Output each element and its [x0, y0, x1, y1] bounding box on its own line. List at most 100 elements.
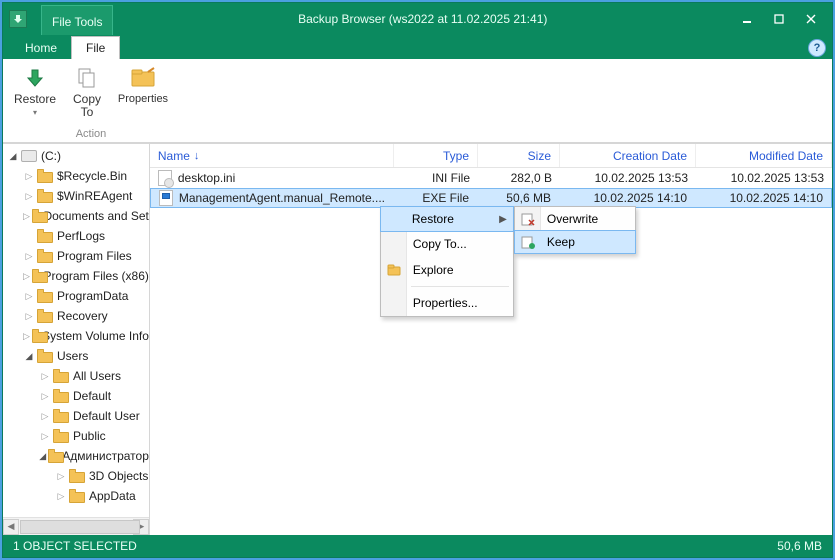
- collapse-icon[interactable]: [23, 351, 35, 362]
- column-name[interactable]: Name↓: [150, 144, 394, 167]
- scroll-thumb[interactable]: [20, 520, 140, 534]
- cell-cdate: 10.02.2025 13:53: [560, 171, 696, 185]
- tree-node[interactable]: Recovery: [3, 306, 149, 326]
- tree-node[interactable]: 3D Objects: [3, 466, 149, 486]
- minimize-button[interactable]: [732, 8, 762, 30]
- tree-node[interactable]: Администратор: [3, 446, 149, 466]
- folder-icon: [53, 370, 69, 383]
- tree-node[interactable]: AppData: [3, 486, 149, 506]
- folder-icon: [37, 350, 53, 363]
- folder-icon: [37, 170, 53, 183]
- ribbon-restore-button[interactable]: Restore▾: [9, 63, 61, 121]
- folder-icon: [37, 310, 53, 323]
- expand-icon[interactable]: [23, 171, 35, 182]
- menu-properties-label: Properties...: [413, 296, 478, 310]
- submenu-keep[interactable]: Keep: [514, 230, 636, 254]
- tree-node[interactable]: Program Files (x86): [3, 266, 149, 286]
- maximize-button[interactable]: [764, 8, 794, 30]
- folder-icon: [32, 270, 40, 283]
- ribbon-copyto-label1: Copy: [73, 92, 101, 106]
- table-row[interactable]: desktop.iniINI File282,0 B10.02.2025 13:…: [150, 168, 832, 188]
- scroll-track[interactable]: [19, 519, 133, 535]
- tree-node-label: System Volume Info: [42, 329, 149, 343]
- ribbon-properties-label: Properties: [118, 93, 168, 105]
- status-selection: 1 OBJECT SELECTED: [13, 539, 137, 553]
- expand-icon[interactable]: [23, 211, 30, 222]
- collapse-icon[interactable]: [7, 151, 19, 162]
- sort-ascending-icon: ↓: [194, 150, 200, 162]
- expand-icon[interactable]: [55, 471, 67, 482]
- expand-icon[interactable]: [39, 371, 51, 382]
- tree-node[interactable]: ProgramData: [3, 286, 149, 306]
- ribbon-copyto-label2: To: [81, 105, 94, 119]
- exe-file-icon: [159, 190, 173, 206]
- cell-mdate: 10.02.2025 13:53: [696, 171, 832, 185]
- folder-icon: [37, 190, 53, 203]
- titlebar: File Tools Backup Browser (ws2022 at 11.…: [3, 3, 832, 35]
- column-modified-date[interactable]: Modified Date: [696, 144, 832, 167]
- tree-node[interactable]: All Users: [3, 366, 149, 386]
- contextual-tab-file-tools: File Tools: [41, 5, 113, 35]
- tree-node[interactable]: Public: [3, 426, 149, 446]
- tree-node[interactable]: PerfLogs: [3, 226, 149, 246]
- cell-type: EXE File: [393, 191, 477, 205]
- submenu-overwrite-label: Overwrite: [547, 212, 598, 226]
- properties-icon: [130, 65, 156, 91]
- ribbon-properties-button[interactable]: Properties: [113, 63, 173, 121]
- ini-file-icon: [158, 170, 172, 186]
- tab-home[interactable]: Home: [11, 37, 71, 59]
- tree-node[interactable]: Default User: [3, 406, 149, 426]
- folder-icon: [53, 430, 69, 443]
- tree-node[interactable]: Default: [3, 386, 149, 406]
- menu-restore-label: Restore: [412, 212, 454, 226]
- ribbon-copyto-button[interactable]: CopyTo: [61, 63, 113, 121]
- expand-icon[interactable]: [39, 431, 51, 442]
- expand-icon[interactable]: [23, 311, 35, 322]
- column-creation-date[interactable]: Creation Date: [560, 144, 696, 167]
- menu-explore[interactable]: Explore: [381, 257, 513, 283]
- expand-icon[interactable]: [39, 391, 51, 402]
- collapse-icon[interactable]: [39, 451, 46, 462]
- list-header: Name↓ Type Size Creation Date Modified D…: [150, 144, 832, 168]
- tree-node[interactable]: Users: [3, 346, 149, 366]
- list-body[interactable]: desktop.iniINI File282,0 B10.02.2025 13:…: [150, 168, 832, 535]
- scroll-left-button[interactable]: ◀: [3, 519, 19, 535]
- tree-node-label: (C:): [41, 149, 61, 163]
- cell-type: INI File: [394, 171, 478, 185]
- column-type[interactable]: Type: [394, 144, 478, 167]
- expand-icon[interactable]: [23, 291, 35, 302]
- ribbon-restore-label: Restore: [14, 92, 56, 106]
- tree-node[interactable]: System Volume Info: [3, 326, 149, 346]
- expand-icon[interactable]: [55, 491, 67, 502]
- tree-node[interactable]: Documents and Set: [3, 206, 149, 226]
- menu-restore[interactable]: Restore ▶: [380, 206, 514, 232]
- restore-icon: [22, 65, 48, 91]
- tree-node[interactable]: $WinREAgent: [3, 186, 149, 206]
- tree-horizontal-scrollbar[interactable]: ◀ ▶: [3, 517, 149, 535]
- folder-tree[interactable]: (C:) $Recycle.Bin$WinREAgentDocuments and…: [3, 144, 149, 517]
- expand-icon[interactable]: [23, 191, 35, 202]
- submenu-overwrite[interactable]: Overwrite: [515, 207, 635, 231]
- tab-file[interactable]: File: [71, 36, 120, 59]
- table-row[interactable]: ManagementAgent.manual_Remote....EXE Fil…: [150, 188, 832, 208]
- column-size[interactable]: Size: [478, 144, 560, 167]
- contextual-tab-label: File Tools: [52, 15, 102, 29]
- tree-node-label: Program Files: [57, 249, 132, 263]
- expand-icon[interactable]: [23, 251, 35, 262]
- close-button[interactable]: [796, 8, 826, 30]
- cell-cdate: 10.02.2025 14:10: [559, 191, 695, 205]
- menu-copy-to[interactable]: Copy To...: [381, 231, 513, 257]
- help-button[interactable]: ?: [808, 39, 826, 57]
- tree-node[interactable]: Program Files: [3, 246, 149, 266]
- tree-node-label: Recovery: [57, 309, 108, 323]
- expand-icon[interactable]: [23, 331, 30, 342]
- expand-icon[interactable]: [39, 411, 51, 422]
- cell-size: 282,0 B: [478, 171, 560, 185]
- tree-node[interactable]: (C:): [3, 146, 149, 166]
- tree-node-label: ProgramData: [57, 289, 128, 303]
- tree-node[interactable]: $Recycle.Bin: [3, 166, 149, 186]
- tree-node-label: Администратор: [62, 449, 149, 463]
- expand-icon[interactable]: [23, 271, 30, 282]
- tree-node-label: Public: [73, 429, 106, 443]
- menu-properties[interactable]: Properties...: [381, 290, 513, 316]
